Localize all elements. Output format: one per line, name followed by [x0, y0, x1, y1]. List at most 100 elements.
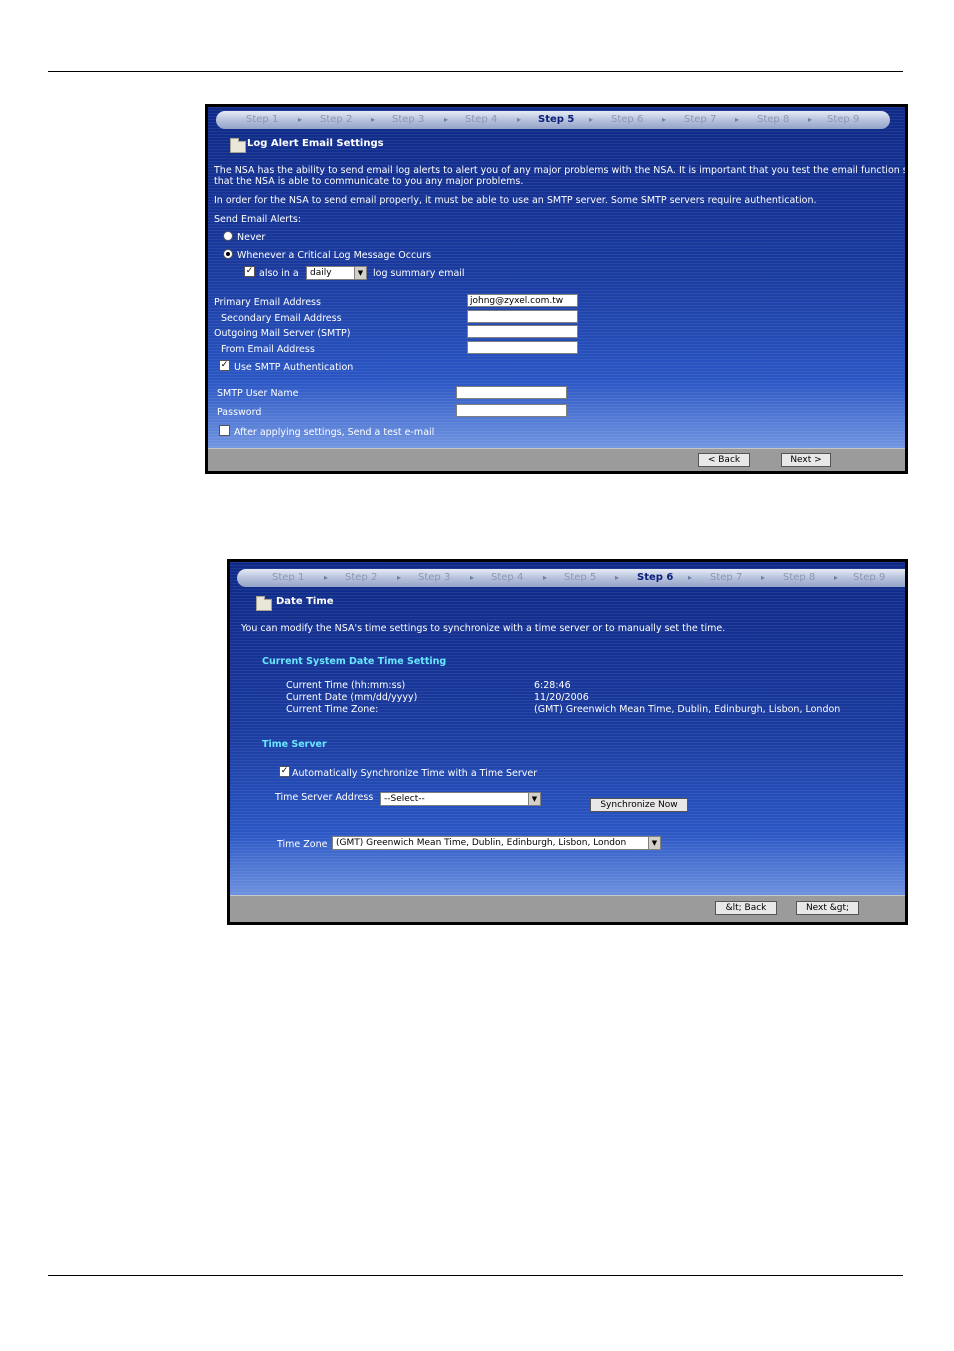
summary-frequency-value: daily: [310, 268, 332, 278]
log-summary-label: log summary email: [373, 268, 465, 279]
step-8: Step 8: [757, 114, 790, 125]
step-4: Step 4: [465, 114, 498, 125]
back-button[interactable]: < Back: [698, 453, 750, 467]
test-email-checkbox[interactable]: [219, 425, 230, 436]
back-button[interactable]: &lt; Back: [715, 901, 777, 915]
send-alerts-label: Send Email Alerts:: [214, 214, 302, 225]
step-arrow-icon: ▸: [517, 115, 522, 124]
current-date-value: 11/20/2006: [534, 692, 589, 703]
folder-icon: [230, 138, 246, 153]
step-9: Step 9: [827, 114, 860, 125]
step-arrow-icon: ▸: [371, 115, 376, 124]
critical-log-radio[interactable]: [223, 249, 233, 259]
password-label: Password: [217, 407, 262, 418]
also-in-a-label: also in a: [259, 268, 299, 279]
current-date-label: Current Date (mm/dd/yyyy): [286, 692, 418, 703]
chevron-down-icon[interactable]: ▼: [648, 837, 660, 849]
time-zone-label: Time Zone: [277, 839, 328, 850]
summary-frequency-select[interactable]: daily ▼: [306, 266, 367, 280]
auto-sync-label: Automatically Synchronize Time with a Ti…: [292, 768, 538, 779]
primary-email-label: Primary Email Address: [214, 297, 321, 308]
step-6-active: Step 6: [637, 572, 674, 583]
step-arrow-icon: ▸: [589, 115, 594, 124]
current-time-value: 6:28:46: [534, 680, 571, 691]
secondary-email-field[interactable]: [467, 310, 578, 323]
auto-sync-checkbox[interactable]: ✓: [279, 766, 290, 777]
wizard-footer: &lt; Back Next &gt;: [230, 895, 905, 922]
step-6: Step 6: [611, 114, 644, 125]
step-5-active: Step 5: [538, 114, 575, 125]
current-setting-heading: Current System Date Time Setting: [262, 656, 447, 667]
step-arrow-icon: ▸: [470, 573, 475, 582]
from-email-field[interactable]: [467, 341, 578, 354]
step-arrow-icon: ▸: [834, 573, 839, 582]
synchronize-now-button[interactable]: Synchronize Now: [590, 798, 688, 812]
step-9: Step 9: [853, 572, 886, 583]
time-server-select-value: --Select--: [384, 794, 425, 804]
step-arrow-icon: ▸: [735, 115, 740, 124]
wizard-steps-bar: Step 1 ▸ Step 2 ▸ Step 3 ▸ Step 4 ▸ Step…: [216, 111, 890, 129]
current-time-label: Current Time (hh:mm:ss): [286, 680, 406, 691]
page-bottom-rule: [48, 1275, 903, 1276]
step-arrow-icon: ▸: [761, 573, 766, 582]
step-4: Step 4: [491, 572, 524, 583]
never-radio[interactable]: [223, 231, 233, 241]
folder-icon: [256, 596, 272, 611]
chevron-down-icon[interactable]: ▼: [528, 793, 540, 805]
smtp-user-label: SMTP User Name: [217, 388, 299, 399]
step-1: Step 1: [272, 572, 305, 583]
current-zone-label: Current Time Zone:: [286, 704, 379, 715]
summary-email-checkbox[interactable]: ✓: [244, 266, 255, 277]
next-button[interactable]: Next &gt;: [796, 901, 859, 915]
smtp-auth-label: Use SMTP Authentication: [234, 362, 354, 373]
date-time-screenshot: Step 1 ▸ Step 2 ▸ Step 3 ▸ Step 4 ▸ Step…: [227, 559, 908, 925]
step-arrow-icon: ▸: [808, 115, 813, 124]
smtp-auth-checkbox[interactable]: ✓: [219, 360, 230, 371]
step-2: Step 2: [345, 572, 378, 583]
critical-log-label: Whenever a Critical Log Message Occurs: [237, 250, 432, 261]
chevron-down-icon[interactable]: ▼: [354, 267, 366, 279]
step-arrow-icon: ▸: [298, 115, 303, 124]
step-2: Step 2: [320, 114, 353, 125]
section-title: Date Time: [276, 596, 334, 607]
time-zone-select-value: (GMT) Greenwich Mean Time, Dublin, Edinb…: [336, 838, 627, 848]
page-top-rule: [48, 71, 903, 72]
primary-email-field[interactable]: johng@zyxel.com.tw: [467, 294, 578, 307]
test-email-label: After applying settings, Send a test e-m…: [234, 427, 435, 438]
wizard-steps-bar: Step 1 ▸ Step 2 ▸ Step 3 ▸ Step 4 ▸ Step…: [237, 569, 905, 587]
step-arrow-icon: ▸: [662, 115, 667, 124]
step-7: Step 7: [684, 114, 717, 125]
intro-text-line-2: that the NSA is able to communicate to y…: [214, 176, 524, 187]
step-1: Step 1: [246, 114, 279, 125]
step-3: Step 3: [418, 572, 451, 583]
secondary-email-label: Secondary Email Address: [221, 313, 342, 324]
step-arrow-icon: ▸: [543, 573, 548, 582]
from-email-label: From Email Address: [221, 344, 315, 355]
step-arrow-icon: ▸: [615, 573, 620, 582]
time-server-select[interactable]: --Select-- ▼: [380, 792, 541, 806]
smtp-server-field[interactable]: [467, 325, 578, 338]
time-server-address-label: Time Server Address: [275, 792, 374, 803]
wizard-footer: < Back Next >: [208, 448, 905, 471]
intro-text-line-1: The NSA has the ability to send email lo…: [214, 165, 908, 176]
smtp-user-field[interactable]: [456, 386, 567, 399]
step-arrow-icon: ▸: [688, 573, 693, 582]
step-3: Step 3: [392, 114, 425, 125]
intro-text-smtp: In order for the NSA to send email prope…: [214, 195, 817, 206]
section-title: Log Alert Email Settings: [247, 138, 384, 149]
log-alert-screenshot: Step 1 ▸ Step 2 ▸ Step 3 ▸ Step 4 ▸ Step…: [205, 104, 908, 474]
current-zone-value: (GMT) Greenwich Mean Time, Dublin, Edinb…: [534, 704, 841, 715]
time-server-heading: Time Server: [262, 739, 327, 750]
step-5: Step 5: [564, 572, 597, 583]
step-arrow-icon: ▸: [324, 573, 329, 582]
step-8: Step 8: [783, 572, 816, 583]
step-arrow-icon: ▸: [397, 573, 402, 582]
step-7: Step 7: [710, 572, 743, 583]
next-button[interactable]: Next >: [781, 453, 831, 467]
step-arrow-icon: ▸: [444, 115, 449, 124]
smtp-server-label: Outgoing Mail Server (SMTP): [214, 328, 351, 339]
intro-text: You can modify the NSA's time settings t…: [241, 623, 726, 634]
time-zone-select[interactable]: (GMT) Greenwich Mean Time, Dublin, Edinb…: [332, 836, 661, 850]
never-label: Never: [237, 232, 266, 243]
password-field[interactable]: [456, 404, 567, 417]
